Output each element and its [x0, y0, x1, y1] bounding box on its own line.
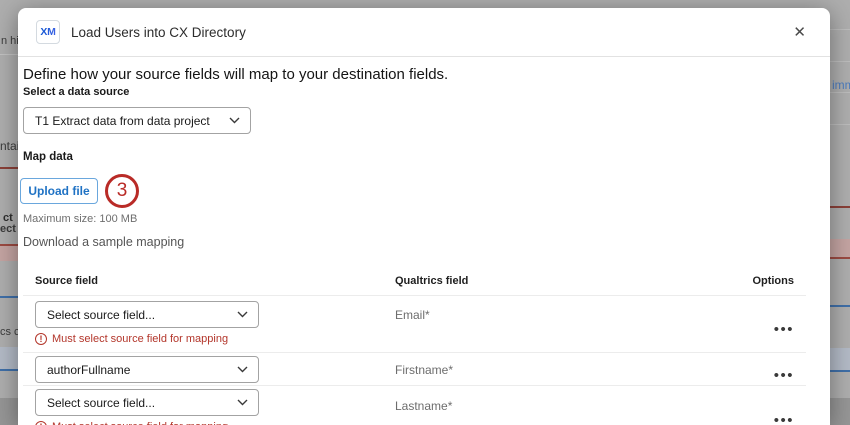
qualtrics-field-label: Email*	[395, 296, 722, 352]
bg-red-divider	[0, 167, 18, 169]
data-source-label: Select a data source	[23, 86, 806, 98]
step-annotation: 3	[105, 174, 139, 208]
chevron-down-icon	[237, 399, 248, 406]
qualtrics-field-label: Lastname*	[395, 386, 722, 425]
dialog-header: XM Load Users into CX Directory ✕	[18, 8, 830, 57]
bg-divider	[830, 61, 850, 62]
table-row: Select source field... ! Must select sou…	[23, 386, 806, 425]
bg-selected-row-band	[830, 348, 850, 372]
header-qualtrics-field: Qualtrics field	[395, 275, 722, 287]
source-field-value: authorFullname	[47, 363, 130, 377]
row-options-ellipsis-icon[interactable]: •••	[774, 307, 794, 352]
upload-row: Upload file 3	[23, 176, 806, 206]
source-field-select[interactable]: Select source field...	[35, 389, 259, 416]
xm-logo: XM	[36, 20, 60, 44]
header-options: Options	[722, 275, 794, 287]
alert-icon: !	[35, 333, 47, 345]
source-field-select[interactable]: Select source field...	[35, 301, 259, 328]
bg-footer-band	[830, 398, 850, 425]
header-source-field: Source field	[35, 275, 395, 287]
dialog-title: Load Users into CX Directory	[71, 25, 246, 40]
download-sample-mapping-link[interactable]: Download a sample mapping	[23, 235, 184, 249]
map-data-label: Map data	[23, 151, 806, 163]
validation-error: ! Must select source field for mapping	[35, 333, 395, 345]
source-field-value: Select source field...	[47, 396, 155, 410]
upload-file-button[interactable]: Upload file	[20, 178, 98, 204]
chevron-down-icon	[237, 366, 248, 373]
bg-divider	[0, 54, 18, 55]
row-options-ellipsis-icon[interactable]: •••	[774, 365, 794, 386]
table-header-row: Source field Qualtrics field Options	[23, 267, 806, 296]
source-field-value: Select source field...	[47, 308, 155, 322]
bg-text-fragment: cs c	[0, 326, 20, 338]
bg-selected-row-band	[0, 347, 18, 371]
error-message: Must select source field for mapping	[52, 421, 228, 425]
load-users-dialog: XM Load Users into CX Directory ✕ Define…	[18, 8, 830, 425]
bg-highlight-band	[0, 244, 18, 261]
bg-red-divider	[830, 206, 850, 208]
source-field-select[interactable]: authorFullname	[35, 356, 259, 383]
max-size-note: Maximum size: 100 MB	[23, 213, 806, 225]
alert-icon: !	[35, 421, 47, 425]
table-row: Select source field... ! Must select sou…	[23, 296, 806, 353]
table-row: authorFullname Firstname* •••	[23, 353, 806, 386]
mapping-table: Source field Qualtrics field Options Sel…	[23, 267, 806, 425]
bg-text-fragment: ntai	[0, 139, 19, 153]
close-icon[interactable]: ✕	[789, 21, 810, 44]
data-source-select[interactable]: T1 Extract data from data project	[23, 107, 251, 134]
bg-text-fragment: ect	[0, 223, 16, 235]
dialog-body: Define how your source fields will map t…	[18, 57, 830, 425]
bg-highlight-band	[830, 239, 850, 259]
bg-divider	[830, 124, 850, 125]
bg-divider	[830, 29, 850, 30]
bg-link-fragment: imm	[832, 78, 850, 92]
chevron-down-icon	[237, 311, 248, 318]
chevron-down-icon	[229, 117, 240, 124]
bg-blue-divider	[0, 296, 18, 298]
bg-footer-band	[0, 398, 18, 425]
data-source-selected-value: T1 Extract data from data project	[35, 114, 210, 128]
qualtrics-field-label: Firstname*	[395, 353, 722, 386]
bg-divider	[830, 92, 850, 93]
bg-blue-divider	[830, 305, 850, 307]
error-message: Must select source field for mapping	[52, 333, 228, 345]
intro-text: Define how your source fields will map t…	[23, 66, 806, 83]
validation-error: ! Must select source field for mapping	[35, 421, 395, 425]
row-options-ellipsis-icon[interactable]: •••	[774, 401, 794, 425]
